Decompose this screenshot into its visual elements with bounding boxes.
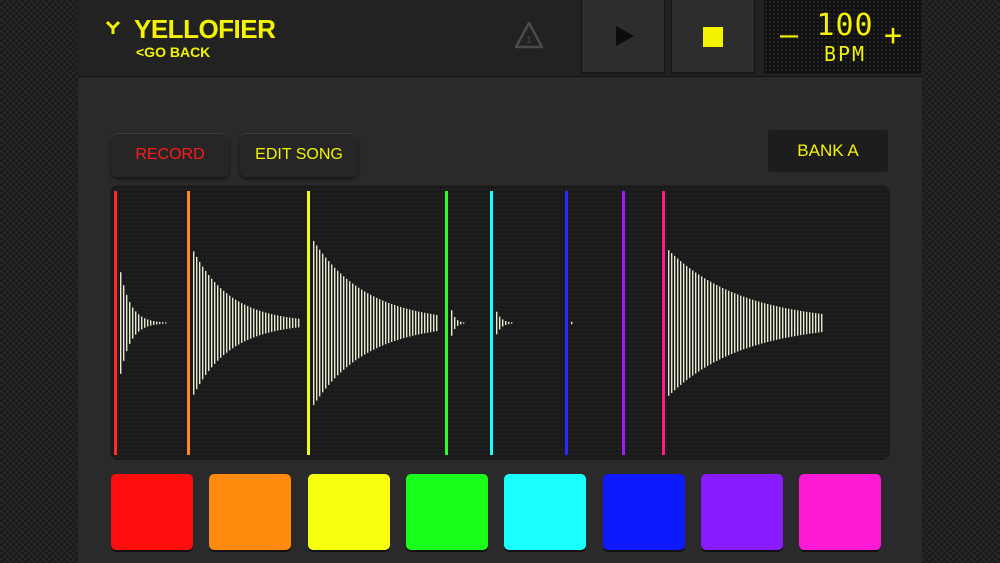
waveform-panel[interactable] (110, 185, 890, 460)
pad-yellow[interactable] (308, 474, 390, 550)
pad-row (111, 474, 891, 550)
left-side-panel (0, 0, 78, 563)
sample-marker[interactable] (622, 191, 625, 455)
bank-select-button[interactable]: BANK A (768, 130, 888, 172)
pad-magenta[interactable] (799, 474, 881, 550)
bpm-increment-button[interactable]: + (884, 18, 902, 53)
top-bar: YELLOFIER <GO BACK 1 – 100 BPM + (78, 0, 922, 77)
edit-song-button[interactable]: EDIT SONG (240, 133, 358, 177)
play-button[interactable] (581, 0, 665, 74)
sample-marker[interactable] (662, 191, 665, 455)
sample-waveform (120, 272, 167, 374)
recycle-badge: 1 (526, 35, 532, 46)
bpm-display: – 100 BPM + (764, 0, 922, 74)
sample-waveform (496, 311, 513, 335)
play-icon (616, 26, 634, 46)
bpm-value: 100 (816, 8, 874, 43)
app-title: YELLOFIER (134, 14, 276, 44)
pad-red[interactable] (111, 474, 193, 550)
main-area: YELLOFIER <GO BACK 1 – 100 BPM + RECORD … (78, 0, 922, 563)
sample-marker[interactable] (490, 191, 493, 455)
bpm-decrement-button[interactable]: – (780, 18, 798, 53)
pad-blue[interactable] (603, 474, 685, 550)
pad-green[interactable] (406, 474, 488, 550)
stop-button[interactable] (671, 0, 755, 74)
sample-waveform (571, 321, 573, 325)
sample-marker[interactable] (114, 191, 117, 455)
pad-purple[interactable] (701, 474, 783, 550)
sample-waveform (313, 240, 438, 406)
recycle-icon[interactable]: 1 (512, 20, 546, 52)
logo-icon (106, 20, 120, 34)
record-button[interactable]: RECORD (111, 133, 229, 177)
sample-marker[interactable] (445, 191, 448, 455)
stop-icon (703, 27, 723, 47)
bpm-label: BPM (823, 42, 867, 66)
sample-marker[interactable] (307, 191, 310, 455)
sample-waveform (668, 250, 823, 396)
waveform-display (114, 191, 823, 455)
go-back-link[interactable]: <GO BACK (136, 44, 210, 60)
pad-orange[interactable] (209, 474, 291, 550)
sample-waveform (451, 310, 465, 336)
sample-marker[interactable] (187, 191, 190, 455)
pad-cyan[interactable] (504, 474, 586, 550)
sample-waveform (193, 251, 300, 395)
right-side-panel (922, 0, 1000, 563)
sample-marker[interactable] (565, 191, 568, 455)
